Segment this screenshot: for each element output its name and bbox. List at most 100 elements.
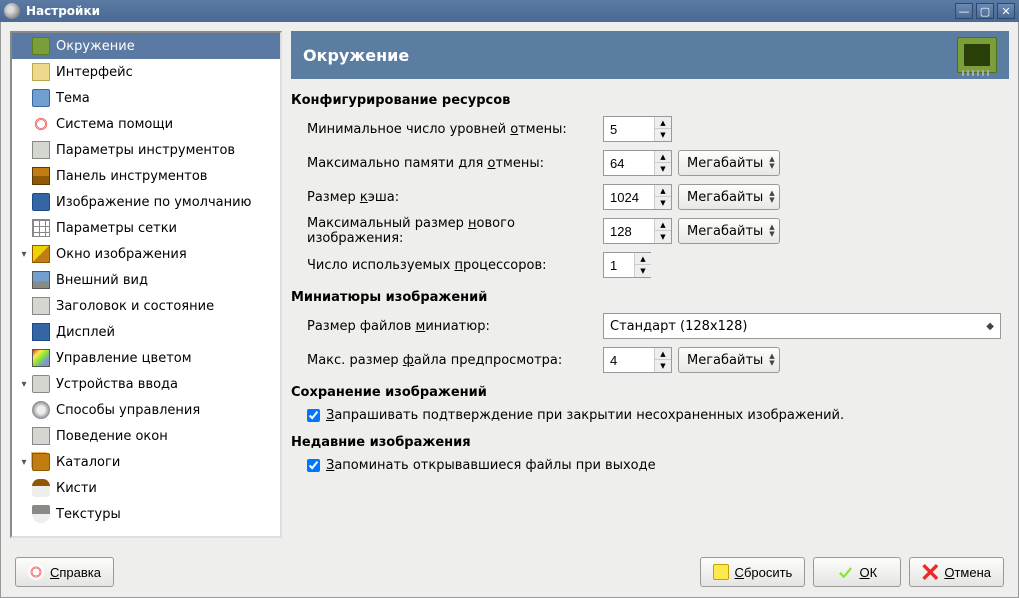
ico-help-icon	[32, 115, 50, 133]
spin-down-icon[interactable]: ▼	[655, 129, 671, 141]
new-img-max-spin[interactable]: ▲▼	[603, 218, 672, 244]
ico-folders-icon	[32, 453, 50, 471]
sidebar-item-label: Заголовок и состояние	[56, 299, 214, 314]
sidebar-item-10[interactable]: Заголовок и состояние	[12, 293, 280, 319]
preview-max-label: Макс. размер файла предпросмотра:	[307, 353, 603, 368]
window-title: Настройки	[26, 4, 955, 18]
sidebar-item-8[interactable]: ▾ Окно изображения	[12, 241, 280, 267]
sidebar-item-label: Параметры инструментов	[56, 143, 235, 158]
thumb-size-label: Размер файлов миниатюр:	[307, 319, 603, 334]
sidebar-item-5[interactable]: ▸Панель инструментов	[12, 163, 280, 189]
undo-levels-spin[interactable]: ▲▼	[603, 116, 672, 142]
sidebar-item-label: Изображение по умолчанию	[56, 195, 252, 210]
sidebar-item-7[interactable]: ▸Параметры сетки	[12, 215, 280, 241]
sidebar-item-label: Дисплей	[56, 325, 115, 340]
sidebar-item-1[interactable]: ▸Интерфейс	[12, 59, 280, 85]
sidebar-item-3[interactable]: ▸Система помощи	[12, 111, 280, 137]
cancel-button[interactable]: Отмена	[909, 557, 1004, 587]
main-panel: Окружение Конфигурирование ресурсов Мини…	[291, 31, 1009, 538]
sidebar-item-4[interactable]: ▸Параметры инструментов	[12, 137, 280, 163]
sidebar-item-17[interactable]: Кисти	[12, 475, 280, 501]
expander-icon[interactable]: ▾	[16, 379, 32, 390]
sidebar-item-label: Окружение	[56, 39, 135, 54]
spin-up-icon[interactable]: ▲	[655, 117, 671, 129]
panel-title: Окружение	[303, 46, 957, 65]
cache-size-label: Размер кэша:	[307, 190, 603, 205]
sidebar-item-16[interactable]: ▾ Каталоги	[12, 449, 280, 475]
sidebar-item-label: Внешний вид	[56, 273, 148, 288]
preview-max-spin[interactable]: ▲▼	[603, 347, 672, 373]
sidebar-item-0[interactable]: ▸Окружение	[12, 33, 280, 59]
ok-icon	[837, 564, 853, 580]
ico-color-icon	[32, 349, 50, 367]
button-bar: Справка Сбросить ОК Отмена	[1, 547, 1018, 597]
environment-icon	[957, 37, 997, 73]
titlebar: Настройки — ▢ ✕	[0, 0, 1019, 22]
remember-open-label: Запоминать открывавшиеся файлы при выход…	[326, 458, 656, 473]
ico-wm-icon	[32, 427, 50, 445]
processors-spin[interactable]: ▲▼	[603, 252, 651, 278]
sidebar-item-12[interactable]: ▸Управление цветом	[12, 345, 280, 371]
sidebar-item-15[interactable]: ▸Поведение окон	[12, 423, 280, 449]
sidebar-item-label: Панель инструментов	[56, 169, 207, 184]
ico-appear-icon	[32, 271, 50, 289]
ico-display-icon	[32, 323, 50, 341]
sidebar-item-label: Окно изображения	[56, 247, 187, 262]
cache-size-unit[interactable]: Мегабайты▲▼	[678, 184, 780, 210]
undo-memory-label: Максимально памяти для отмены:	[307, 156, 603, 171]
app-icon	[4, 3, 20, 19]
sidebar-item-label: Текстуры	[56, 507, 121, 522]
ico-env-icon	[32, 37, 50, 55]
ok-button[interactable]: ОК	[813, 557, 901, 587]
sidebar-item-label: Управление цветом	[56, 351, 192, 366]
section-recent: Недавние изображения	[291, 435, 1009, 450]
new-img-max-label: Максимальный размер нового изображения:	[307, 216, 603, 246]
sidebar-item-13[interactable]: ▾ Устройства ввода	[12, 371, 280, 397]
sidebar-item-14[interactable]: Способы управления	[12, 397, 280, 423]
sidebar-item-label: Интерфейс	[56, 65, 133, 80]
maximize-button[interactable]: ▢	[976, 3, 994, 19]
sidebar-item-2[interactable]: ▸Тема	[12, 85, 280, 111]
settings-tree[interactable]: ▸Окружение▸Интерфейс▸Тема▸Система помощи…	[10, 31, 282, 538]
remember-open-check[interactable]	[307, 459, 320, 472]
processors-label: Число используемых процессоров:	[307, 258, 603, 273]
undo-memory-spin[interactable]: ▲▼	[603, 150, 672, 176]
ico-texture-icon	[32, 505, 50, 523]
sidebar-item-label: Параметры сетки	[56, 221, 177, 236]
cache-size-spin[interactable]: ▲▼	[603, 184, 672, 210]
section-resources: Конфигурирование ресурсов	[291, 93, 1009, 108]
reset-button[interactable]: Сбросить	[700, 557, 806, 587]
ico-theme-icon	[32, 89, 50, 107]
close-button[interactable]: ✕	[997, 3, 1015, 19]
sidebar-item-label: Тема	[56, 91, 90, 106]
reset-icon	[713, 564, 729, 580]
new-img-max-unit[interactable]: Мегабайты▲▼	[678, 218, 780, 244]
preview-max-unit[interactable]: Мегабайты▲▼	[678, 347, 780, 373]
sidebar-item-label: Каталоги	[56, 455, 120, 470]
section-thumbnails: Миниатюры изображений	[291, 290, 1009, 305]
expander-icon[interactable]: ▾	[16, 457, 32, 468]
sidebar-item-9[interactable]: Внешний вид	[12, 267, 280, 293]
ico-imgwin-icon	[32, 245, 50, 263]
sidebar-item-label: Способы управления	[56, 403, 200, 418]
thumb-size-combo[interactable]: Стандарт (128x128)◆	[603, 313, 1001, 339]
help-icon	[28, 564, 44, 580]
expander-icon[interactable]: ▾	[16, 249, 32, 260]
confirm-close-label: Запрашивать подтверждение при закрытии н…	[326, 408, 844, 423]
confirm-close-check[interactable]	[307, 409, 320, 422]
minimize-button[interactable]: —	[955, 3, 973, 19]
help-button[interactable]: Справка	[15, 557, 114, 587]
sidebar-item-label: Устройства ввода	[56, 377, 178, 392]
sidebar-item-6[interactable]: ▸Изображение по умолчанию	[12, 189, 280, 215]
ico-title-icon	[32, 297, 50, 315]
ico-toolbox-icon	[32, 167, 50, 185]
ico-input-icon	[32, 375, 50, 393]
ico-grid-icon	[32, 219, 50, 237]
sidebar-item-11[interactable]: ▸Дисплей	[12, 319, 280, 345]
undo-memory-unit[interactable]: Мегабайты▲▼	[678, 150, 780, 176]
ico-defimg-icon	[32, 193, 50, 211]
sidebar-item-label: Кисти	[56, 481, 97, 496]
ico-ctrl-icon	[32, 401, 50, 419]
ico-brush-icon	[32, 479, 50, 497]
sidebar-item-18[interactable]: Текстуры	[12, 501, 280, 527]
